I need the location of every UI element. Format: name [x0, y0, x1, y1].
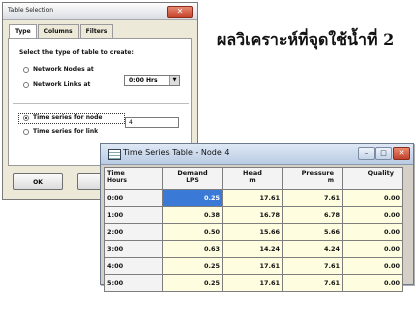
- column-header-time[interactable]: Time Hours: [104, 167, 163, 190]
- time-series-node-label: Time series for node: [33, 114, 103, 121]
- radio-network-links[interactable]: [23, 82, 29, 88]
- quality-cell[interactable]: 0.00: [342, 257, 403, 275]
- quality-cell[interactable]: 0.00: [342, 240, 403, 258]
- pressure-cell[interactable]: 5.66: [282, 223, 343, 241]
- network-nodes-label: Network Nodes at: [33, 66, 94, 73]
- table-row: 4:00 0.25 17.61 7.61 0.00: [104, 257, 403, 275]
- time-series-table-window: Time Series Table - Node 4 – □ ✕ Time Ho…: [100, 143, 414, 292]
- pressure-cell[interactable]: 7.61: [282, 257, 343, 275]
- tab-filters[interactable]: Filters: [79, 24, 114, 38]
- head-cell[interactable]: 17.61: [222, 257, 283, 275]
- table-row: 2:00 0.50 15.66 5.66 0.00: [104, 223, 403, 241]
- column-header-pressure[interactable]: Pressure m: [282, 167, 343, 190]
- table-icon: [108, 149, 121, 160]
- pressure-cell[interactable]: 4.24: [282, 240, 343, 258]
- demand-cell[interactable]: 0.50: [162, 223, 223, 241]
- slide-heading: ผลวิเคราะห์ที่จุดใช้น้ำที่ 2: [217, 30, 395, 49]
- screenshot-stage: Table Selection ✕ Type Columns Filters S…: [0, 0, 416, 313]
- minimize-button[interactable]: –: [358, 147, 375, 160]
- head-cell[interactable]: 16.78: [222, 206, 283, 224]
- head-cell[interactable]: 17.61: [222, 274, 283, 292]
- node-id-input[interactable]: 4: [125, 117, 179, 128]
- close-button[interactable]: ✕: [393, 147, 410, 160]
- column-label: Time: [107, 169, 125, 177]
- column-label: Quality: [367, 169, 394, 177]
- dialog-close-button[interactable]: ✕: [167, 6, 193, 18]
- chevron-down-icon[interactable]: ▼: [169, 76, 179, 85]
- demand-cell[interactable]: 0.38: [162, 206, 223, 224]
- time-cell[interactable]: 2:00: [104, 223, 163, 241]
- table-row: 3:00 0.63 14.24 4.24 0.00: [104, 240, 403, 258]
- head-cell[interactable]: 15.66: [222, 223, 283, 241]
- tab-columns[interactable]: Columns: [37, 24, 79, 38]
- time-cell[interactable]: 1:00: [104, 206, 163, 224]
- pressure-cell[interactable]: 7.61: [282, 189, 343, 207]
- time-series-link-label: Time series for link: [33, 128, 99, 135]
- pressure-cell[interactable]: 6.78: [282, 206, 343, 224]
- column-label: Pressure: [301, 169, 334, 177]
- column-header-demand[interactable]: Demand LPS: [162, 167, 223, 190]
- demand-cell[interactable]: 0.25: [162, 274, 223, 292]
- column-unit: m: [249, 177, 256, 184]
- time-cell[interactable]: 0:00: [104, 189, 163, 207]
- column-unit: Hours: [107, 177, 127, 184]
- demand-cell[interactable]: 0.63: [162, 240, 223, 258]
- tab-type[interactable]: Type: [9, 24, 37, 39]
- column-header-quality[interactable]: Quality: [342, 167, 403, 190]
- quality-cell[interactable]: 0.00: [342, 223, 403, 241]
- time-cell[interactable]: 3:00: [104, 240, 163, 258]
- column-unit: LPS: [186, 177, 199, 184]
- time-period-value: 0:00 Hrs: [129, 77, 158, 84]
- head-cell[interactable]: 17.61: [222, 189, 283, 207]
- table-row: 5:00 0.25 17.61 7.61 0.00: [104, 274, 403, 292]
- time-cell[interactable]: 4:00: [104, 257, 163, 275]
- column-label: Head: [243, 169, 262, 177]
- radio-network-nodes[interactable]: [23, 67, 29, 73]
- head-cell[interactable]: 14.24: [222, 240, 283, 258]
- dialog-title: Table Selection: [8, 7, 54, 14]
- dialog-titlebar: Table Selection ✕: [3, 3, 197, 20]
- radio-time-series-link[interactable]: [23, 129, 29, 135]
- table-row: 0:00 0.25 17.61 7.61 0.00: [104, 189, 403, 207]
- dialog-tabs: Type Columns Filters: [9, 24, 114, 39]
- pressure-cell[interactable]: 7.61: [282, 274, 343, 292]
- demand-cell[interactable]: 0.25: [162, 189, 223, 207]
- time-period-select[interactable]: 0:00 Hrs ▼: [124, 75, 180, 86]
- maximize-button[interactable]: □: [375, 147, 392, 160]
- radio-time-series-node[interactable]: [23, 115, 29, 121]
- table-type-prompt: Select the type of table to create:: [19, 49, 134, 56]
- table-row: 1:00 0.38 16.78 6.78 0.00: [104, 206, 403, 224]
- column-unit: m: [327, 177, 334, 184]
- divider: [13, 103, 189, 104]
- column-header-head[interactable]: Head m: [222, 167, 283, 190]
- time-series-grid: Time Hours Demand LPS Head m Pressure m …: [104, 167, 403, 292]
- quality-cell[interactable]: 0.00: [342, 189, 403, 207]
- header-row: Time Hours Demand LPS Head m Pressure m …: [104, 167, 403, 190]
- demand-cell[interactable]: 0.25: [162, 257, 223, 275]
- ok-button[interactable]: OK: [13, 173, 63, 190]
- quality-cell[interactable]: 0.00: [342, 206, 403, 224]
- column-label: Demand: [177, 169, 208, 177]
- window-title: Time Series Table - Node 4: [123, 148, 230, 157]
- window-titlebar: Time Series Table - Node 4 – □ ✕: [101, 144, 413, 165]
- time-cell[interactable]: 5:00: [104, 274, 163, 292]
- network-links-label: Network Links at: [33, 81, 91, 88]
- quality-cell[interactable]: 0.00: [342, 274, 403, 292]
